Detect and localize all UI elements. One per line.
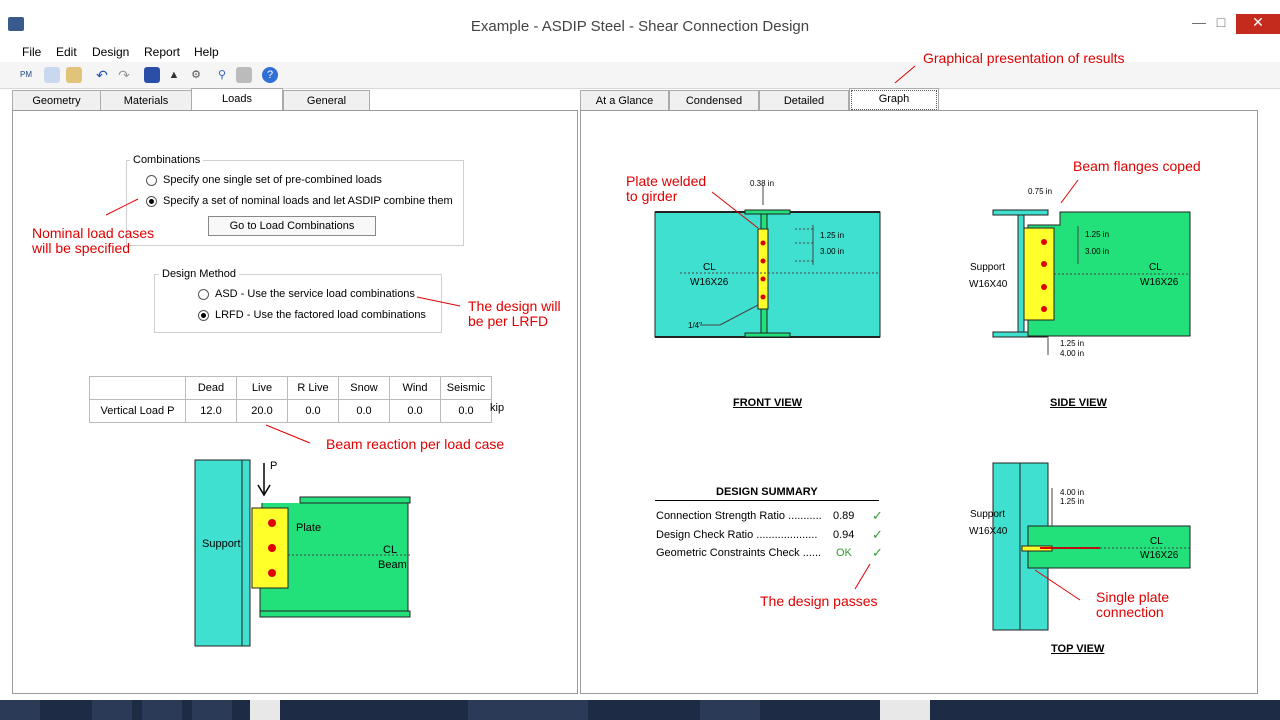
leader-graphical (894, 65, 916, 84)
taskbar-item[interactable] (468, 700, 588, 720)
taskbar-item[interactable] (250, 700, 280, 720)
taskbar-item[interactable] (0, 700, 40, 720)
leader-nominal (105, 198, 139, 216)
taskbar-item[interactable] (192, 700, 232, 720)
leader-flanges-coped (1060, 179, 1079, 204)
taskbar-item[interactable] (92, 700, 132, 720)
leader-lrfd (416, 296, 461, 307)
leader-reaction (265, 424, 311, 444)
leader-passes (854, 563, 871, 590)
taskbar-item[interactable] (142, 700, 182, 720)
taskbar-item[interactable] (880, 700, 930, 720)
taskbar-item[interactable] (700, 700, 760, 720)
annotation-leaders (105, 65, 1081, 601)
leader-plate-welded (711, 191, 759, 229)
leader-single-plate (1034, 569, 1081, 601)
